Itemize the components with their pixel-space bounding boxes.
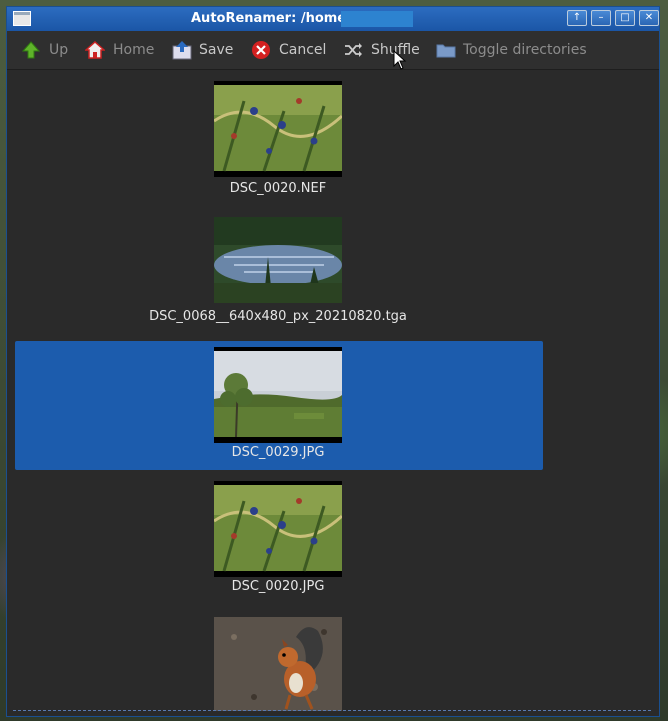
minimize-button[interactable]: – — [591, 10, 611, 26]
file-name: DSC_0020.JPG — [231, 579, 325, 594]
home-icon — [84, 40, 106, 60]
toggle-directories-label: Toggle directories — [463, 42, 587, 58]
thumbnail-image — [214, 81, 342, 177]
list-item[interactable]: DSC_0068__640x480_px_20210820.tga — [15, 207, 543, 333]
shuffle-button[interactable]: Shuffle — [343, 39, 420, 61]
list-item-selected[interactable]: DSC_0029.JPG — [15, 341, 543, 470]
window-bottom-edge — [13, 710, 651, 712]
toolbar: Up Home Save Cancel Shuffle Toggle direc… — [7, 31, 659, 70]
file-name: DSC_0020.NEF — [229, 181, 327, 196]
window-title: AutoRenamer: /home/ — [191, 11, 351, 26]
redacted-path — [341, 11, 413, 27]
file-name: DSC_0068__640x480_px_20210820.tga — [149, 309, 407, 324]
save-button[interactable]: Save — [171, 39, 233, 61]
cancel-label: Cancel — [279, 42, 327, 58]
thumbnail-image — [214, 481, 342, 577]
home-button[interactable]: Home — [84, 39, 155, 61]
shade-button[interactable]: ↑ — [567, 10, 587, 26]
shuffle-icon — [343, 40, 363, 60]
up-arrow-icon — [21, 40, 41, 60]
save-label: Save — [199, 42, 234, 58]
title-bar[interactable]: AutoRenamer: /home/ ↑ – □ ✕ — [7, 7, 659, 31]
list-item[interactable]: DSC_0020.NEF — [15, 71, 543, 197]
maximize-button[interactable]: □ — [615, 10, 635, 26]
file-name: DSC_0029.JPG — [231, 445, 325, 460]
folder-icon — [435, 40, 456, 60]
cancel-icon — [251, 40, 271, 60]
up-button[interactable]: Up — [21, 39, 68, 61]
app-window: AutoRenamer: /home/ ↑ – □ ✕ Up Home Save — [6, 6, 660, 717]
up-label: Up — [49, 42, 69, 58]
close-button[interactable]: ✕ — [639, 10, 659, 26]
save-icon — [171, 40, 192, 60]
list-item[interactable] — [15, 609, 543, 711]
thumbnail-image — [214, 217, 342, 303]
toggle-directories-button[interactable]: Toggle directories — [435, 39, 587, 61]
window-menu-icon[interactable] — [13, 11, 31, 26]
home-label: Home — [113, 42, 155, 58]
thumbnail-image — [214, 617, 342, 711]
thumbnail-image — [214, 347, 342, 443]
cancel-button[interactable]: Cancel — [251, 39, 326, 61]
list-item[interactable]: DSC_0020.JPG — [15, 475, 543, 601]
mouse-cursor-icon — [393, 50, 407, 70]
file-thumbnail-list[interactable]: DSC_0020.NEF DSC_0068__640x480_px_202108… — [15, 71, 635, 711]
